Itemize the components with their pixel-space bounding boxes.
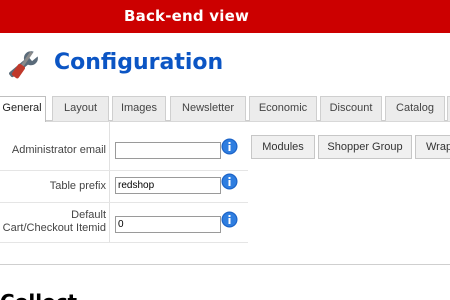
tab-newsletter[interactable]: Newsletter (170, 96, 246, 121)
default-itemid-label-line1: Default (71, 209, 106, 221)
modules-button[interactable]: Modules (251, 135, 315, 159)
section-divider (0, 264, 450, 265)
tab-images[interactable]: Images (112, 96, 166, 121)
info-icon[interactable] (221, 138, 238, 155)
tab-layout[interactable]: Layout (52, 96, 109, 121)
default-itemid-label-line2: Cart/Checkout Itemid (2, 222, 106, 234)
tab-catalog[interactable]: Catalog (385, 96, 445, 121)
next-section-heading: Collect (0, 290, 77, 300)
default-itemid-input[interactable] (115, 216, 221, 233)
top-banner: Back-end view (0, 0, 450, 33)
page-header: Configuration (0, 33, 450, 95)
admin-email-label: Administrator email (11, 144, 106, 156)
wrap-button[interactable]: Wrap (415, 135, 450, 159)
table-prefix-input[interactable] (115, 177, 221, 194)
admin-email-input[interactable] (115, 142, 221, 159)
page-title: Configuration (54, 50, 224, 75)
info-icon[interactable] (221, 173, 238, 190)
tab-general[interactable]: General (0, 96, 46, 122)
config-tabs: General Layout Images Newsletter Economi… (0, 96, 450, 122)
banner-text: Back-end view (124, 7, 250, 25)
tab-discount[interactable]: Discount (320, 96, 382, 121)
shopper-group-button[interactable]: Shopper Group (318, 135, 412, 159)
tab-economic[interactable]: Economic (249, 96, 317, 121)
table-prefix-label: Table prefix (49, 180, 106, 192)
tools-icon (9, 50, 39, 79)
info-icon[interactable] (221, 211, 238, 228)
